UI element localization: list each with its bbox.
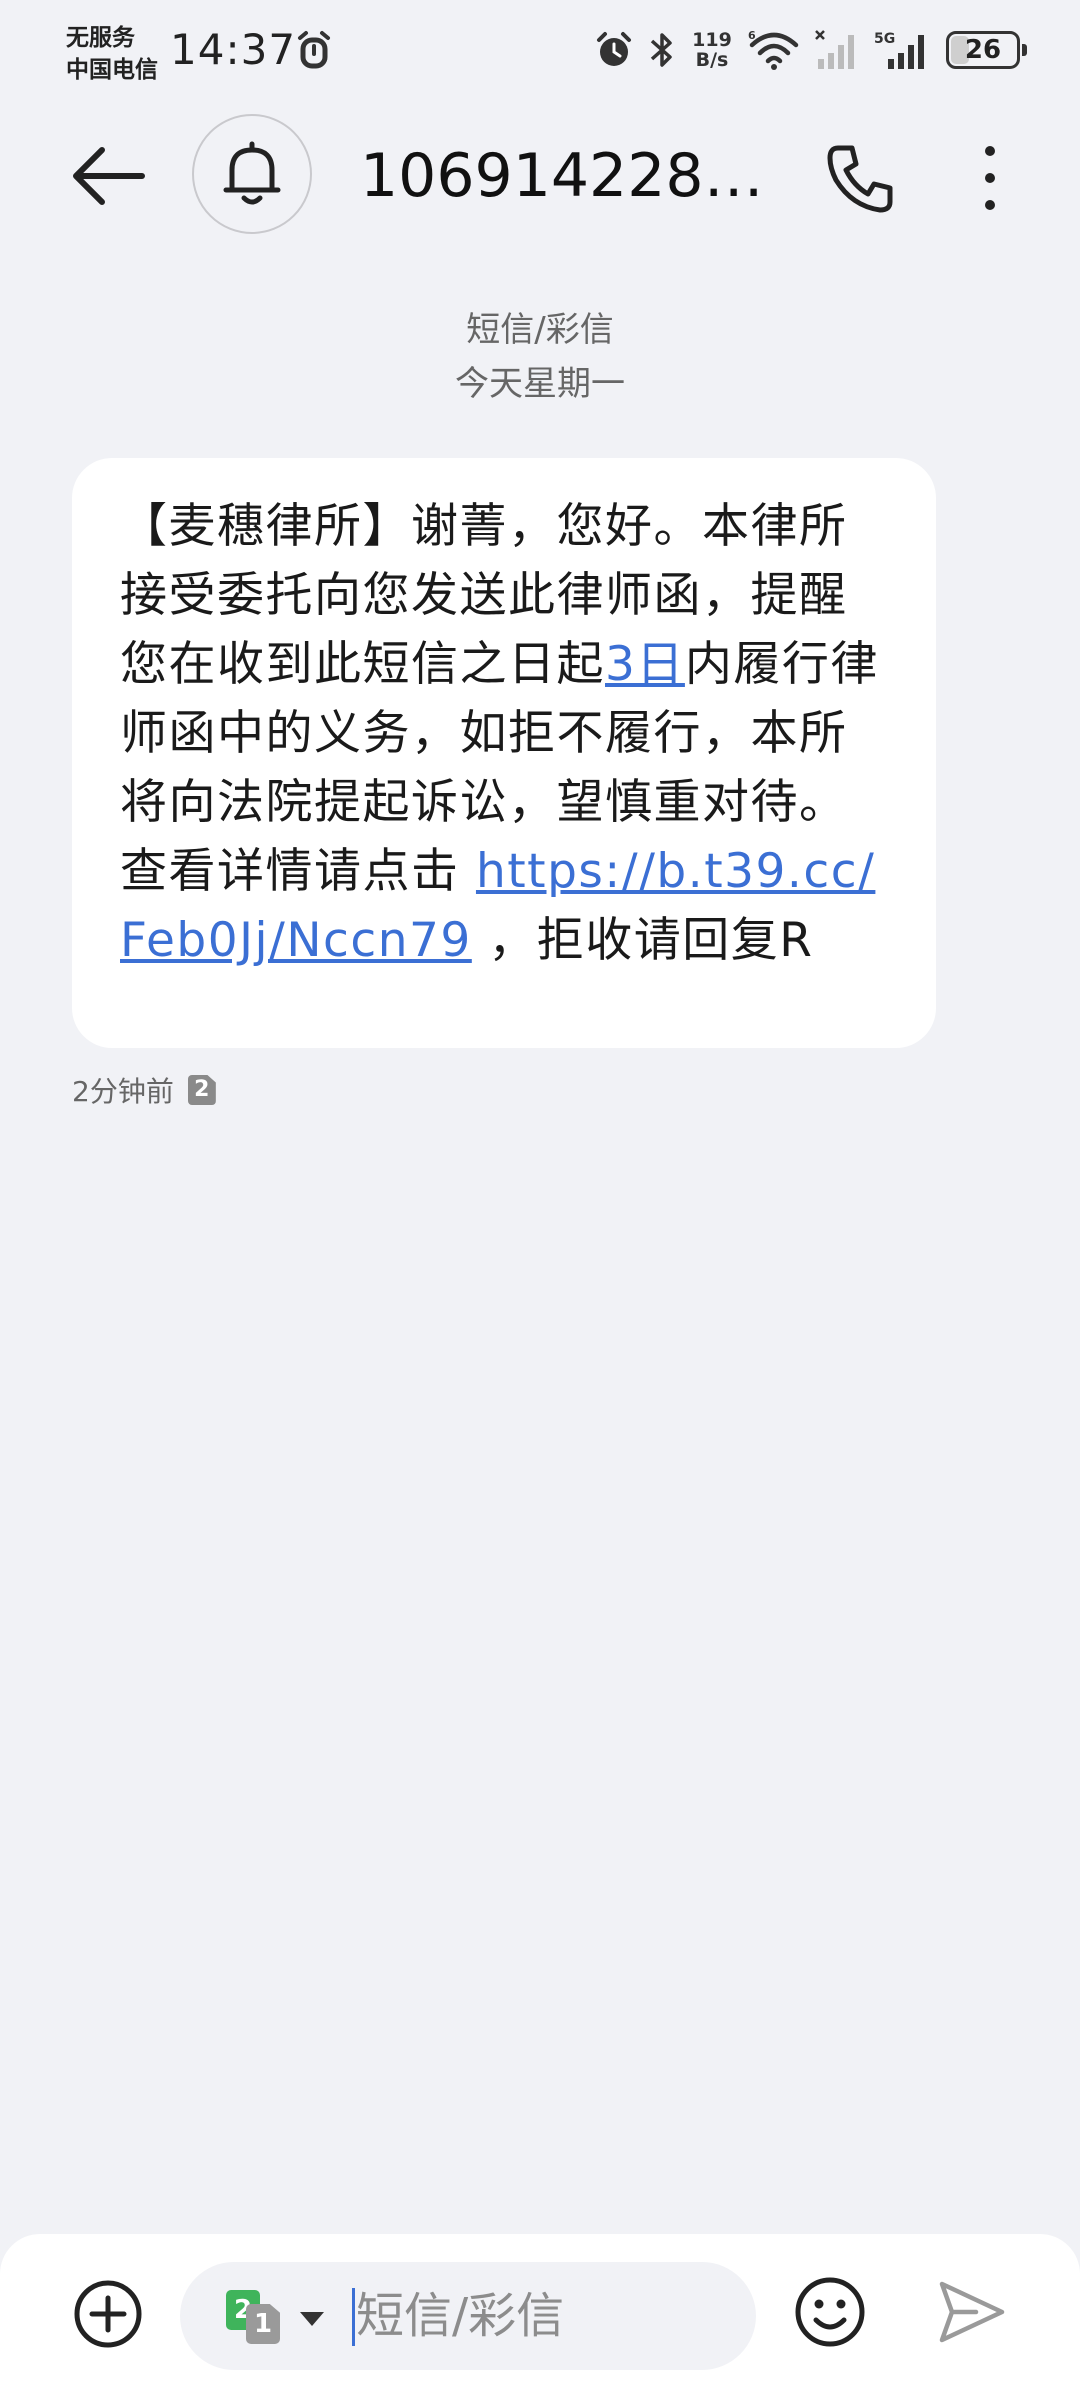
date-highlight-link[interactable]: 3日 bbox=[605, 637, 685, 692]
sim-selector[interactable]: 2 1 bbox=[226, 2290, 324, 2346]
message-timestamp: 2分钟前 bbox=[72, 1075, 174, 1108]
bluetooth-icon bbox=[650, 33, 672, 67]
send-icon[interactable] bbox=[936, 2274, 1008, 2350]
net-speed-value: 119 bbox=[692, 29, 732, 51]
carrier-status: 无服务 bbox=[66, 25, 135, 51]
back-arrow-icon[interactable] bbox=[60, 136, 156, 216]
message-type-label: 短信/彩信 bbox=[466, 310, 614, 350]
date-label: 今天星期一 bbox=[455, 364, 625, 404]
sim-card-icon: 2 bbox=[187, 1075, 216, 1105]
text-cursor bbox=[352, 2288, 355, 2346]
message-meta: 2分钟前 2 bbox=[72, 1070, 216, 1110]
net-speed: 119 B/s bbox=[690, 30, 734, 70]
emoji-icon[interactable] bbox=[792, 2274, 868, 2350]
message-text-part3: ，拒收请回复R bbox=[471, 913, 814, 968]
contact-avatar[interactable] bbox=[192, 114, 312, 234]
message-input[interactable] bbox=[356, 2262, 736, 2370]
status-icons: 119 B/s 6 5G 26 bbox=[594, 22, 1027, 78]
net-speed-unit: B/s bbox=[695, 49, 729, 71]
wifi-icon: 6 bbox=[748, 29, 799, 70]
svg-text:6: 6 bbox=[748, 29, 756, 42]
alarm-clock-icon bbox=[597, 32, 631, 66]
contact-title[interactable]: 10691422881... bbox=[360, 140, 800, 212]
status-bar: 无服务 中国电信 14:37 119 B/s 6 5G 26 bbox=[0, 0, 1080, 100]
svg-text:5G: 5G bbox=[874, 31, 895, 47]
battery-icon: 26 bbox=[946, 31, 1027, 69]
more-vertical-icon[interactable] bbox=[960, 140, 1020, 216]
chevron-down-icon bbox=[300, 2312, 324, 2326]
compose-field[interactable]: 2 1 bbox=[180, 2262, 756, 2370]
conversation-header: 10691422881... bbox=[0, 100, 1080, 250]
compose-bar: 2 1 bbox=[0, 2234, 1080, 2400]
add-icon[interactable] bbox=[72, 2278, 144, 2350]
bell-icon bbox=[223, 141, 281, 205]
signal-5g-icon: 5G bbox=[874, 31, 924, 69]
battery-level: 26 bbox=[964, 35, 1002, 65]
status-time: 14:37 bbox=[170, 25, 297, 74]
carrier-name: 中国电信 bbox=[66, 57, 158, 83]
signal-no-service-icon bbox=[815, 30, 854, 69]
carrier-info: 无服务 中国电信 bbox=[66, 22, 158, 86]
sim-secondary-badge: 1 bbox=[246, 2304, 280, 2344]
alarm-indicator-icon bbox=[298, 31, 330, 69]
message-bubble[interactable]: 【麦穗律所】谢菁，您好。本律所接受委托向您发送此律师函，提醒您在收到此短信之日起… bbox=[72, 458, 936, 1048]
phone-icon[interactable] bbox=[822, 140, 902, 216]
